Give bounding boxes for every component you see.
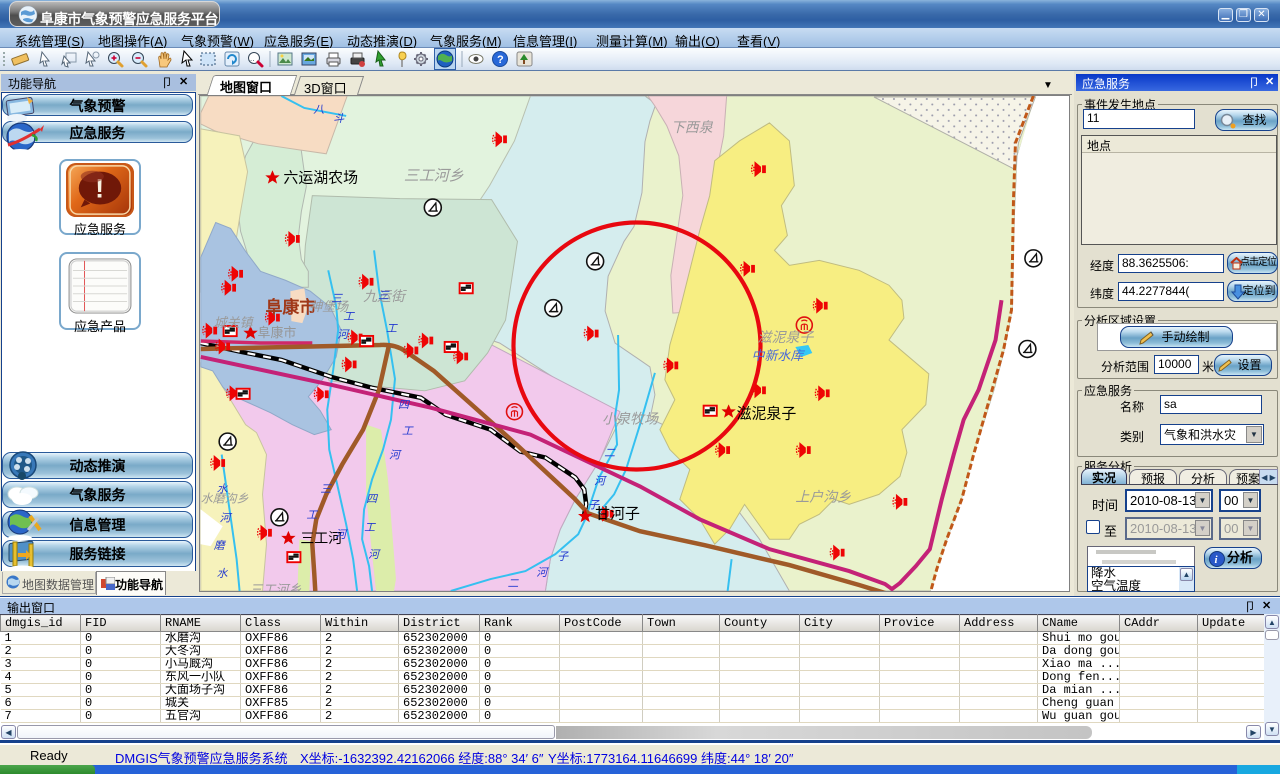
svg-text:八: 八 xyxy=(313,104,324,116)
svg-text:城关镇: 城关镇 xyxy=(214,315,255,330)
svg-text:工: 工 xyxy=(306,509,318,521)
svg-text:三工河乡: 三工河乡 xyxy=(404,168,464,185)
svg-text:..: .. xyxy=(250,54,254,63)
svg-text:三工河乡: 三工河乡 xyxy=(250,582,302,592)
svg-text:上户沟乡: 上户沟乡 xyxy=(795,488,851,504)
svg-text:甘河子: 甘河子 xyxy=(595,505,640,522)
svg-text:?: ? xyxy=(497,54,504,66)
svg-text:滋泥泉子: 滋泥泉子 xyxy=(737,406,797,423)
svg-text:三: 三 xyxy=(378,290,390,302)
svg-text:四: 四 xyxy=(398,400,410,412)
svg-text:六运湖农场: 六运湖农场 xyxy=(283,170,358,187)
svg-text:三: 三 xyxy=(331,293,343,305)
svg-text:二: 二 xyxy=(604,448,616,460)
svg-text:阜康市: 阜康市 xyxy=(258,325,297,340)
svg-text:工: 工 xyxy=(364,522,376,534)
svg-text:斗: 斗 xyxy=(333,112,345,125)
svg-text:小泉牧场: 小泉牧场 xyxy=(602,411,659,427)
svg-text:中新水库: 中新水库 xyxy=(752,348,806,363)
svg-text:二: 二 xyxy=(508,578,520,590)
svg-text:滋泥泉子: 滋泥泉子 xyxy=(758,329,815,345)
svg-text:工: 工 xyxy=(402,426,414,438)
svg-text:工: 工 xyxy=(386,323,398,335)
svg-text:子: 子 xyxy=(557,551,569,563)
svg-text:水: 水 xyxy=(217,482,229,495)
svg-text:三: 三 xyxy=(320,483,332,495)
svg-text:下西泉: 下西泉 xyxy=(671,119,714,135)
svg-text:子: 子 xyxy=(588,499,600,511)
svg-text:工: 工 xyxy=(343,311,355,323)
svg-text:水: 水 xyxy=(217,567,229,580)
svg-text:四: 四 xyxy=(366,493,378,505)
